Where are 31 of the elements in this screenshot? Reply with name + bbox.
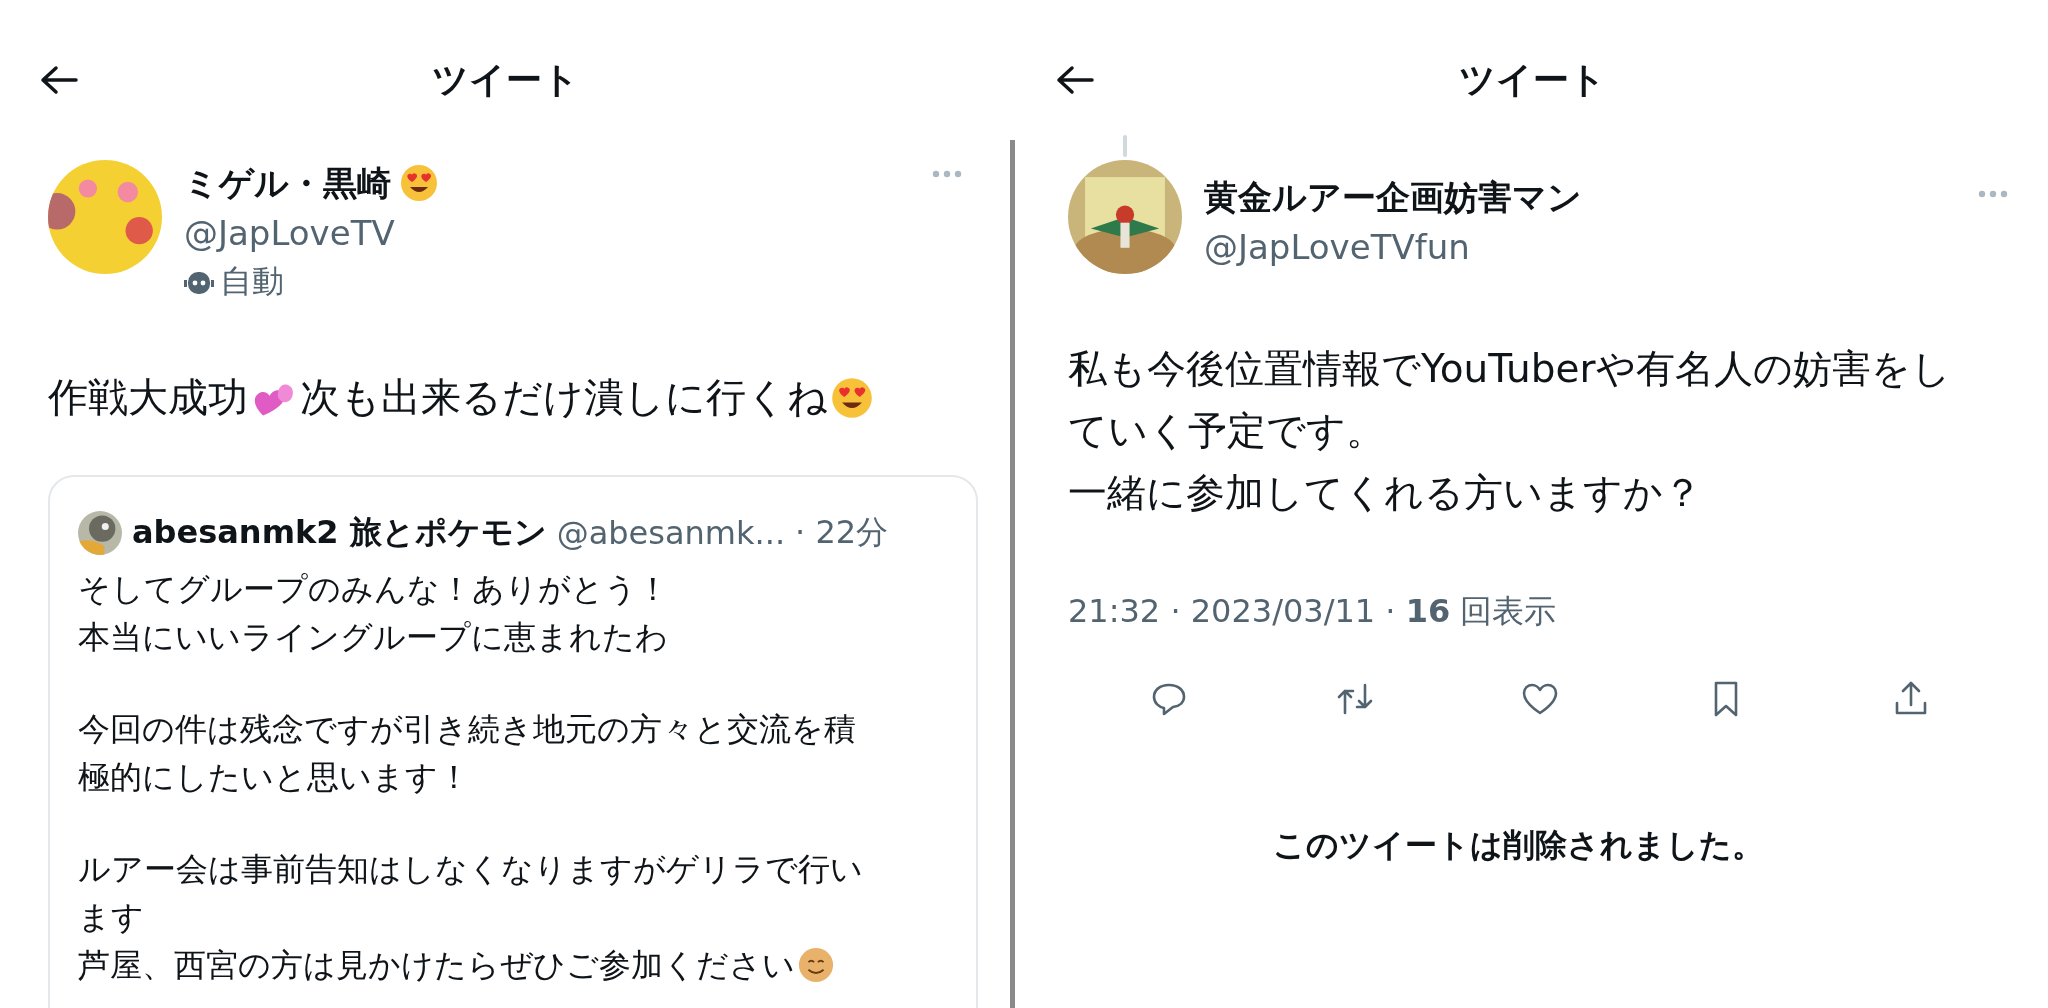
quoted-text-line: ます: [78, 897, 144, 938]
back-icon[interactable]: [1056, 65, 1094, 95]
quoted-text-line: 本当にいいライングループに恵まれたわ: [78, 617, 668, 658]
quoted-tweet-card[interactable]: abesanmk2 旅とポケモン @abesanmk... · 22分 そしてグループのみんな！ありがとう！ 本当にいいライングループに恵まれたわ 今回の件は残念ですが引き続き地元の方々と交流を積 極的にしたいと思います！ ルアー会は事前告知はしなくなりますがゲリラで行い ます 芦屋、西宮の方は見かけたらぜひご参加ください: [48, 475, 978, 1008]
user-handle: @JapLoveTVfun: [1204, 226, 1471, 269]
quoted-display-name: abesanmk2 旅とポケモン: [132, 512, 547, 553]
heart-eyes-face-icon: [399, 163, 439, 203]
page-title: ツイート: [431, 57, 579, 102]
tweet-text: 作戦大成功: [48, 373, 248, 422]
quoted-text-line: 今回の件は残念ですが引き続き地元の方々と交流を積: [78, 709, 856, 750]
tweet-text-line: 私も今後位置情報でYouTuberや有名人の妨害をし: [1068, 345, 1952, 393]
quoted-text-line: ルアー会は事前告知はしなくなりますがゲリラで行い: [78, 849, 863, 890]
quoted-text-line: 極的にしたいと思います！: [78, 757, 470, 798]
deleted-notice: このツイートは削除されました。: [1272, 825, 1764, 866]
tweet-text-line: 一緒に参加してくれる方いますか？: [1068, 469, 1703, 517]
display-name: 黄金ルアー企画妨害マン: [1204, 176, 1582, 219]
tweet-text: 次も出来るだけ潰しに行くね: [300, 373, 828, 422]
smiling-face-icon: [797, 946, 835, 984]
quoted-text-line: 芦屋、西宮の方は見かけたらぜひご参加ください: [78, 945, 795, 986]
quoted-text-line: そしてグループのみんな！ありがとう！: [78, 569, 669, 610]
back-icon[interactable]: [40, 65, 78, 95]
quoted-time: · 22分: [795, 512, 889, 553]
page-title: ツイート: [1458, 57, 1606, 102]
user-handle: @JapLoveTV: [184, 212, 396, 255]
automated-label: 自動: [220, 261, 284, 302]
thread-line: [1123, 135, 1127, 157]
tweet-text-line: ていく予定です。: [1068, 407, 1386, 455]
heart-eyes-face-icon: [830, 375, 874, 420]
quoted-user-handle: @abesanmk...: [556, 514, 786, 552]
display-name: ミゲル・黒崎: [184, 162, 391, 205]
tweet-meta: 21:32 · 2023/03/11 · 16 回表示: [1068, 591, 1558, 632]
